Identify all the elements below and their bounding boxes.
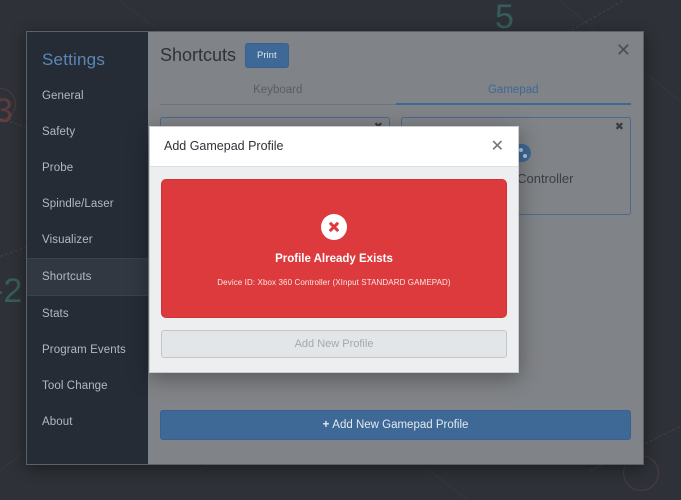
close-icon[interactable]: ✕ xyxy=(616,42,631,60)
sidebar-item-shortcuts[interactable]: Shortcuts xyxy=(27,258,148,296)
tab-strip: Keyboard Gamepad xyxy=(160,78,631,105)
sidebar-item-about[interactable]: About xyxy=(27,404,148,440)
add-new-gamepad-profile-label: Add New Gamepad Profile xyxy=(332,419,469,431)
sidebar-item-general[interactable]: General xyxy=(27,78,148,114)
sidebar-item-label: Safety xyxy=(42,126,76,138)
sidebar-item-safety[interactable]: Safety xyxy=(27,114,148,150)
add-new-profile-button[interactable]: Add New Profile xyxy=(161,330,507,358)
sidebar-item-stats[interactable]: Stats xyxy=(27,296,148,332)
sidebar-item-visualizer[interactable]: Visualizer xyxy=(27,222,148,258)
sidebar-item-label: Spindle/Laser xyxy=(42,198,114,210)
sidebar-item-tool-change[interactable]: Tool Change xyxy=(27,368,148,404)
bg-axis-number-minus2: -2 xyxy=(0,272,23,310)
page-title: Shortcuts xyxy=(160,45,237,65)
print-button[interactable]: Print xyxy=(245,43,289,68)
sidebar-item-label: General xyxy=(42,90,84,102)
dialog-header: Add Gamepad Profile ✕ xyxy=(150,127,518,167)
dialog-title: Add Gamepad Profile xyxy=(164,139,284,153)
plus-icon: + xyxy=(322,419,330,431)
sidebar-item-label: Program Events xyxy=(42,344,126,356)
sidebar-item-label: Shortcuts xyxy=(42,271,92,283)
sidebar-item-label: Stats xyxy=(42,308,69,320)
sidebar-item-label: Tool Change xyxy=(42,380,108,392)
tab-gamepad[interactable]: Gamepad xyxy=(395,78,631,105)
sidebar-item-program-events[interactable]: Program Events xyxy=(27,332,148,368)
bg-axis-number-3: 3 xyxy=(0,92,13,130)
tab-keyboard[interactable]: Keyboard xyxy=(160,78,396,105)
sidebar-title: Settings xyxy=(42,50,106,69)
settings-sidebar: Settings General Safety Probe Spindle/La… xyxy=(27,32,148,464)
bg-grid-line xyxy=(429,470,612,500)
sidebar-item-spindle-laser[interactable]: Spindle/Laser xyxy=(27,186,148,222)
sidebar-item-probe[interactable]: Probe xyxy=(27,150,148,186)
sidebar-item-label: Probe xyxy=(42,162,74,174)
close-icon[interactable]: ✖ xyxy=(615,120,624,133)
add-profile-bar: + Add New Gamepad Profile xyxy=(160,410,631,440)
sidebar-item-label: About xyxy=(42,416,73,428)
close-icon[interactable]: ✕ xyxy=(491,138,504,154)
add-new-gamepad-profile-button[interactable]: + Add New Gamepad Profile xyxy=(160,410,631,440)
dialog-footer: Add New Profile xyxy=(150,326,518,372)
error-device-id: Device ID: Xbox 360 Controller (XInput S… xyxy=(217,278,451,287)
error-panel: Profile Already Exists Device ID: Xbox 3… xyxy=(161,179,507,318)
add-gamepad-profile-dialog: Add Gamepad Profile ✕ Profile Already Ex… xyxy=(149,126,519,373)
page-header: Shortcuts Print xyxy=(148,32,643,68)
dialog-body: Profile Already Exists Device ID: Xbox 3… xyxy=(150,167,518,326)
error-title: Profile Already Exists xyxy=(275,253,393,265)
sidebar-item-label: Visualizer xyxy=(42,234,93,246)
error-circle-x-icon xyxy=(321,214,347,240)
